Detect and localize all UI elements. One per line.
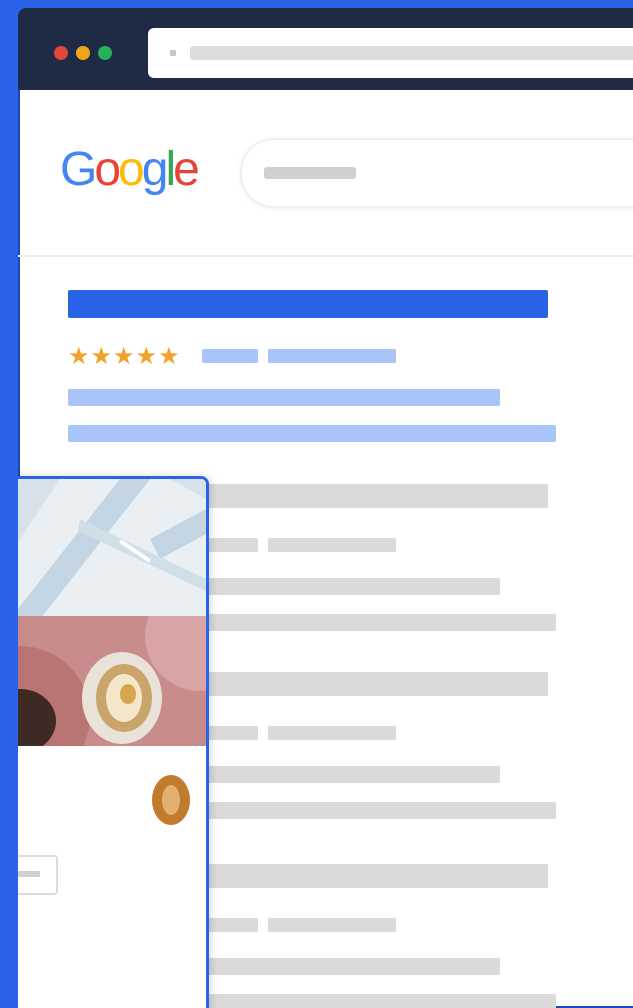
food-photo-image [18,616,206,746]
logo-letter: g [141,143,169,196]
browser-titlebar [18,8,633,90]
google-logo[interactable]: Google [60,142,200,197]
featured-result-title[interactable] [68,290,548,318]
rating-stars: ★★★★★ [68,342,181,370]
result-meta-placeholder [268,726,396,740]
local-business-card[interactable] [18,476,209,1008]
lock-icon [170,50,176,56]
minimize-window-button[interactable] [76,46,90,60]
result-snippet-line [68,425,556,442]
logo-letter: l [165,143,176,196]
result-meta-placeholder [202,918,258,932]
logo-letter: G [60,143,97,196]
close-window-button[interactable] [54,46,68,60]
result-meta-placeholder [202,726,258,740]
browser-window: Google ★★★★★ [18,8,633,1008]
result-meta-placeholder [268,918,396,932]
result-meta-placeholder [268,538,396,552]
result-category-placeholder [268,349,396,363]
address-bar[interactable] [148,28,633,78]
directions-chip[interactable] [18,855,58,895]
rating-count-placeholder [202,349,258,363]
logo-letter: e [173,143,200,196]
search-header: Google [18,90,633,257]
result-snippet-line [68,389,500,406]
search-query-placeholder [264,167,356,179]
business-avatar-icon[interactable] [152,775,190,825]
logo-letter: o [94,143,121,196]
map-icon [18,479,206,619]
logo-letter: o [118,143,145,196]
maximize-window-button[interactable] [98,46,112,60]
chip-label-placeholder [18,871,40,877]
search-input[interactable] [240,138,633,208]
food-photo[interactable] [18,616,206,746]
map-thumbnail[interactable] [18,479,206,619]
url-text-placeholder [190,46,633,60]
result-meta-placeholder [202,538,258,552]
